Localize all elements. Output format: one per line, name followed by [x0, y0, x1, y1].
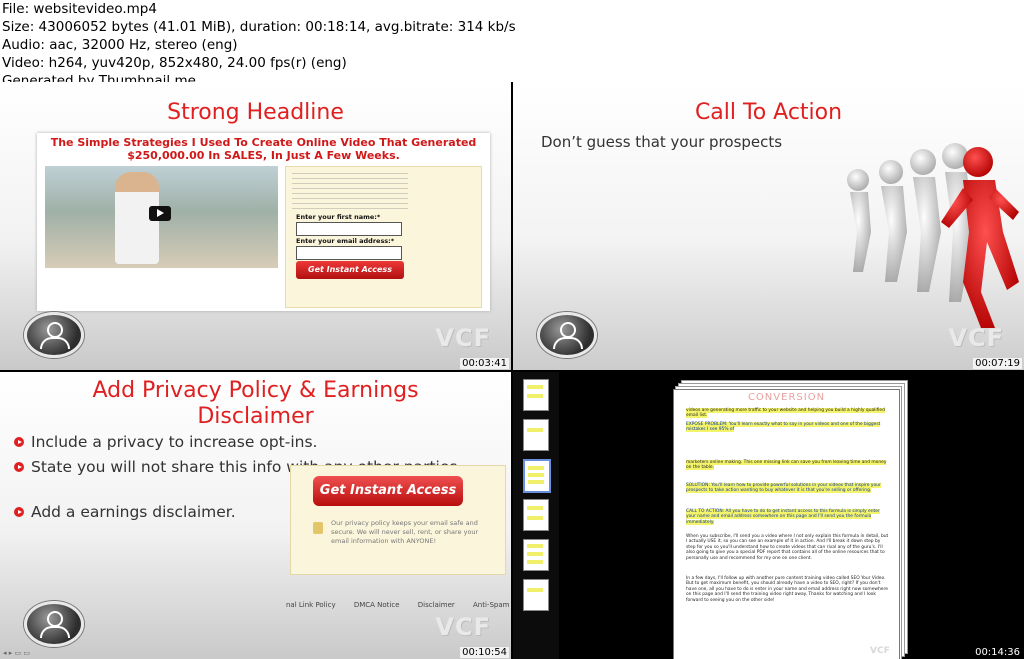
timestamp: 00:07:19: [973, 358, 1022, 369]
thumbnail-frame-3[interactable]: Add Privacy Policy & Earnings Disclaimer…: [0, 372, 511, 659]
paragraph: CALL TO ACTION: All you have to do to ge…: [686, 509, 880, 525]
file-info-header: File: websitevideo.mp4 Size: 43006052 by…: [0, 0, 1024, 89]
file-size-line: Size: 43006052 bytes (41.01 MiB), durati…: [2, 19, 516, 35]
vcf-logo: VCF: [948, 324, 1004, 352]
landing-page-screenshot: The Simple Strategies I Used To Create O…: [37, 133, 490, 311]
paragraph: When you subscribe, I'll send you a vide…: [686, 534, 889, 561]
users-logo-icon: [24, 601, 84, 647]
document-page: CONVERSION videos are generating more tr…: [673, 389, 900, 659]
thumbnail-frame-4[interactable]: CONVERSION videos are generating more tr…: [513, 372, 1024, 659]
bullet-item: Include a privacy to increase opt-ins.: [14, 432, 317, 453]
first-name-label: Enter your first name:*: [296, 213, 381, 221]
users-logo-icon: [537, 312, 597, 358]
page-thumb: [523, 379, 549, 411]
timestamp: 00:10:54: [460, 647, 509, 658]
users-logo-icon: [24, 312, 84, 358]
bullet-icon: [14, 437, 24, 447]
privacy-text: Our privacy policy keeps your email safe…: [331, 519, 479, 545]
landing-headline: The Simple Strategies I Used To Create O…: [50, 136, 477, 162]
paragraph: SOLUTION: You'll learn how to provide po…: [686, 483, 881, 494]
link-policy-link: nal Link Policy: [286, 601, 336, 609]
audio-info-line: Audio: aac, 32000 Hz, stereo (eng): [2, 37, 238, 53]
vcf-logo: VCF: [870, 646, 890, 656]
paragraph: marketers online making. This one missin…: [686, 460, 887, 471]
email-label: Enter your email address:*: [296, 237, 395, 245]
form-description: [292, 170, 408, 210]
page-thumb: [523, 499, 549, 531]
player-controls-icons: ◂ ▸ ▭ ▭: [3, 649, 30, 657]
video-player-thumbnail: [45, 166, 278, 268]
running-figures-illustration: [847, 143, 1019, 328]
video-info-line: Video: h264, yuv420p, 852x480, 24.00 fps…: [2, 55, 347, 71]
bullet-icon: [14, 462, 24, 472]
slide-title: Call To Action: [694, 100, 843, 125]
page-thumbnail-sidebar: [513, 372, 559, 659]
play-icon: [149, 206, 171, 221]
file-name-line: File: websitevideo.mp4: [2, 1, 157, 17]
bullet-icon: [14, 507, 24, 517]
optin-form: Enter your first name:* Enter your email…: [285, 166, 482, 308]
page-thumb: [523, 539, 549, 571]
slide-title: Add Privacy Policy & Earnings Disclaimer: [92, 378, 419, 429]
email-field: [296, 246, 402, 260]
anti-spam-policy-link: Anti-Spam Policy: [473, 601, 511, 609]
optin-panel: Get Instant Access Our privacy policy ke…: [290, 465, 506, 575]
page-thumb: [523, 579, 549, 611]
timestamp: 00:14:36: [975, 647, 1020, 658]
page-thumb: [523, 419, 549, 451]
paragraph: In a few days, I'll follow up with anoth…: [686, 576, 888, 603]
privacy-note: [292, 284, 408, 302]
document-title: CONVERSION: [747, 392, 826, 403]
paragraph: videos are generating more traffic to yo…: [686, 408, 885, 419]
disclaimer-link: Disclaimer: [417, 601, 455, 609]
thumbnail-frame-2[interactable]: Call To Action Don’t guess that your pro…: [513, 82, 1024, 370]
thumbnail-grid: Strong Headline The Simple Strategies I …: [0, 82, 1024, 659]
vcf-logo: VCF: [435, 324, 491, 352]
document-stack: CONVERSION videos are generating more tr…: [673, 380, 909, 659]
dmca-notice-link: DMCA Notice: [353, 601, 400, 609]
footer-links: nal Link Policy DMCA Notice Disclaimer A…: [286, 601, 511, 609]
paragraph: EXPOSE PROBLEM: You'll learn exactly wha…: [686, 422, 881, 433]
get-instant-access-button: Get Instant Access: [296, 261, 404, 279]
timestamp: 00:03:41: [460, 358, 509, 369]
lock-icon: [313, 522, 323, 534]
thumbnail-frame-1[interactable]: Strong Headline The Simple Strategies I …: [0, 82, 511, 370]
vcf-logo: VCF: [435, 613, 491, 641]
slide-subtitle: Don’t guess that your prospects: [541, 133, 783, 151]
bullet-item: Add a earnings disclaimer.: [14, 502, 236, 523]
slide-title: Strong Headline: [167, 100, 344, 125]
get-instant-access-button: Get Instant Access: [313, 476, 463, 506]
first-name-field: [296, 222, 402, 236]
page-thumb-selected: [523, 459, 551, 493]
